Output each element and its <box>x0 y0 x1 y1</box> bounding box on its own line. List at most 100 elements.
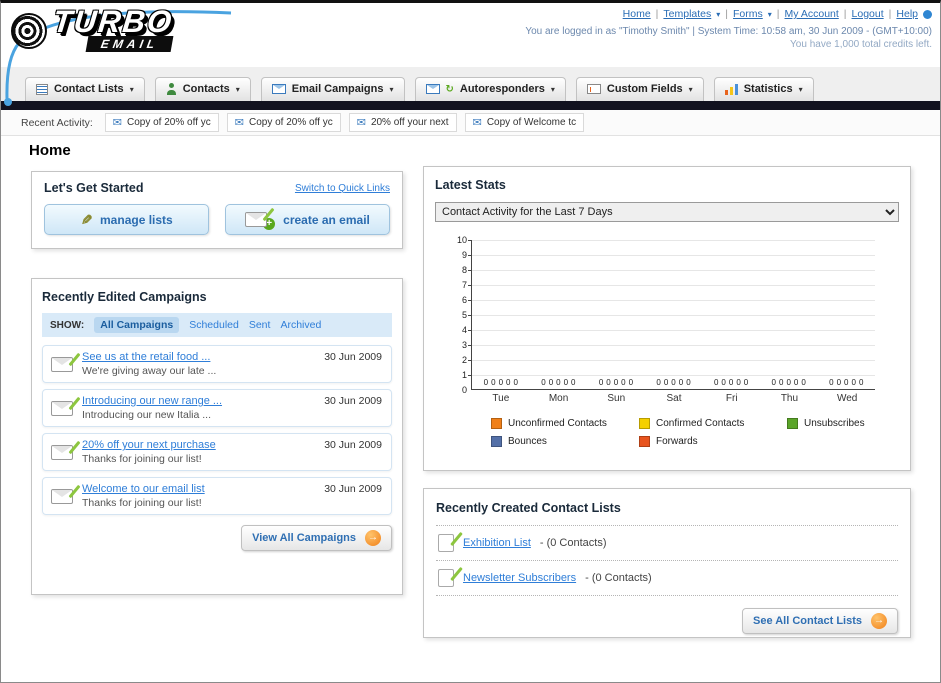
campaign-item[interactable]: Introducing our new range ... Introducin… <box>42 389 392 427</box>
recent-activity-text: Copy of Welcome tc <box>486 117 577 128</box>
logo: TURBO EMAIL <box>11 4 175 52</box>
bar-value-label: 0 <box>801 378 806 387</box>
y-tick-label: 4 <box>461 325 467 335</box>
recent-activity-item[interactable]: ✉ Copy of Welcome tc <box>464 113 585 132</box>
bar-value-label: 0 <box>686 378 691 387</box>
switch-quick-links-link[interactable]: Switch to Quick Links <box>295 183 390 194</box>
logo-email-text: EMAIL <box>85 36 174 52</box>
chart-bar-group: 00000 <box>760 240 818 389</box>
bar-value-label: 0 <box>743 378 749 387</box>
recent-activity-item[interactable]: ✉ Copy of 20% off yc <box>226 113 341 132</box>
chevron-down-icon: ▾ <box>235 84 240 94</box>
contact-list-item[interactable]: Newsletter Subscribers - (0 Contacts) <box>436 561 898 596</box>
nav-tab-statistics[interactable]: Statistics ▾ <box>713 77 814 101</box>
login-info: You are logged in as "Timothy Smith" | S… <box>525 26 932 37</box>
nav-tab-autoresponders[interactable]: ↻ Autoresponders ▾ <box>414 77 566 101</box>
nav-divider-bar <box>1 101 940 110</box>
campaign-title-link[interactable]: Welcome to our email list <box>82 483 205 495</box>
top-link-help[interactable]: Help <box>896 8 918 20</box>
recent-activity-item[interactable]: ✉ Copy of 20% off yc <box>104 113 219 132</box>
arrow-right-icon: → <box>365 530 381 546</box>
view-all-campaigns-label: View All Campaigns <box>252 532 356 544</box>
campaign-filter-bar: SHOW: All Campaigns Scheduled Sent Archi… <box>42 313 392 337</box>
get-started-title: Let's Get Started <box>44 181 144 195</box>
nav-tab-contact-lists[interactable]: Contact Lists ▾ <box>25 77 145 101</box>
nav-tab-contacts[interactable]: Contacts ▾ <box>154 77 251 101</box>
view-all-campaigns-button[interactable]: View All Campaigns → <box>241 525 392 551</box>
chart-x-labels: Tue Mon Sun Sat Fri Thu Wed <box>472 393 876 404</box>
y-tick-label: 6 <box>461 295 467 305</box>
top-link-forms[interactable]: Forms <box>733 8 763 20</box>
bar-value-label: 0 <box>844 378 849 387</box>
stats-chart: 10 9 8 7 6 5 4 3 2 1 0 000000000000000000000000000… <box>435 235 899 395</box>
chart-bar-group: 00000 <box>702 240 760 389</box>
top-link-home[interactable]: Home <box>623 8 651 20</box>
campaign-item[interactable]: See us at the retail food ... We're givi… <box>42 345 392 383</box>
contact-lists-panel: Recently Created Contact Lists Exhibitio… <box>423 488 911 638</box>
main-nav: Contact Lists ▾ Contacts ▾ Email Campaig… <box>1 67 940 101</box>
nav-tab-email-campaigns[interactable]: Email Campaigns ▾ <box>260 77 405 101</box>
legend-item: Unconfirmed Contacts <box>491 418 639 429</box>
show-label: SHOW: <box>50 319 85 331</box>
campaign-date: 30 Jun 2009 <box>324 483 382 495</box>
chart-bar-group: 00000 <box>472 240 530 389</box>
bar-value-label: 0 <box>483 378 489 387</box>
contact-list-link[interactable]: Exhibition List <box>463 537 531 549</box>
main-content: Home Let's Get Started Switch to Quick L… <box>1 136 940 682</box>
campaign-edit-icon <box>51 488 73 504</box>
chart-legend: Unconfirmed Contacts Confirmed Contacts Un… <box>491 418 940 454</box>
separator: | <box>655 8 659 20</box>
top-link-logout[interactable]: Logout <box>852 8 884 20</box>
top-link-templates[interactable]: Templates <box>663 8 711 20</box>
create-email-button[interactable]: + create an email <box>225 204 390 235</box>
legend-item: Confirmed Contacts <box>639 418 787 429</box>
filter-sent[interactable]: Sent <box>249 319 271 331</box>
bar-value-label: 0 <box>771 378 776 387</box>
legend-swatch <box>639 436 650 447</box>
stats-period-select[interactable]: Contact Activity for the Last 7 Days <box>435 202 899 222</box>
chevron-down-icon: ▾ <box>550 84 555 94</box>
campaign-title-link[interactable]: Introducing our new range ... <box>82 395 222 407</box>
nav-tab-label: Contact Lists <box>54 83 124 95</box>
nav-tab-label: Autoresponders <box>459 83 545 95</box>
campaign-title-link[interactable]: 20% off your next purchase <box>82 439 216 451</box>
nav-tab-label: Statistics <box>743 83 793 95</box>
nav-tab-custom-fields[interactable]: Custom Fields ▾ <box>575 77 704 101</box>
x-tick-label: Thu <box>780 393 799 404</box>
campaign-item[interactable]: 20% off your next purchase Thanks for jo… <box>42 433 392 471</box>
help-icon[interactable] <box>923 9 932 19</box>
legend-item: Forwards <box>639 436 787 447</box>
envelope-icon: ✉ <box>356 117 366 129</box>
legend-swatch <box>491 436 502 447</box>
chart-bar-group: 00000 <box>645 240 703 389</box>
refresh-icon: ↻ <box>445 83 454 95</box>
bar-value-label: 0 <box>541 378 546 387</box>
top-link-my-account[interactable]: My Account <box>785 8 839 20</box>
campaign-subtitle: Thanks for joining our list! <box>82 497 202 509</box>
filter-scheduled[interactable]: Scheduled <box>189 319 239 331</box>
separator: | <box>843 8 847 20</box>
bar-value-label: 0 <box>656 378 661 387</box>
contact-list-item[interactable]: Exhibition List - (0 Contacts) <box>436 526 898 561</box>
manage-lists-button[interactable]: ✎ manage lists <box>44 204 209 235</box>
filter-all-campaigns[interactable]: All Campaigns <box>94 317 180 333</box>
chart-bar-group: 00000 <box>817 240 875 389</box>
bar-value-label: 0 <box>851 378 856 387</box>
recent-activity-text: Copy of 20% off yc <box>248 117 333 128</box>
create-email-label: create an email <box>283 212 370 227</box>
bar-value-label: 0 <box>671 378 676 387</box>
y-tick-label: 10 <box>456 235 467 245</box>
filter-archived[interactable]: Archived <box>280 319 321 331</box>
campaign-item[interactable]: Welcome to our email list Thanks for joi… <box>42 477 392 515</box>
campaign-title-link[interactable]: See us at the retail food ... <box>82 351 216 363</box>
bar-value-label: 0 <box>829 378 834 387</box>
campaign-date: 30 Jun 2009 <box>324 395 382 407</box>
see-all-contact-lists-button[interactable]: See All Contact Lists → <box>741 608 898 634</box>
legend-label: Unsubscribes <box>804 418 865 429</box>
header-right: Home | Templates ▾ | Forms ▾ | My Accoun… <box>525 8 932 50</box>
bar-value-label: 0 <box>786 378 791 387</box>
contact-list-link[interactable]: Newsletter Subscribers <box>463 572 576 584</box>
recent-activity-item[interactable]: ✉ 20% off your next <box>348 113 457 132</box>
logo-swirl-icon <box>11 13 47 49</box>
legend-swatch <box>787 418 798 429</box>
